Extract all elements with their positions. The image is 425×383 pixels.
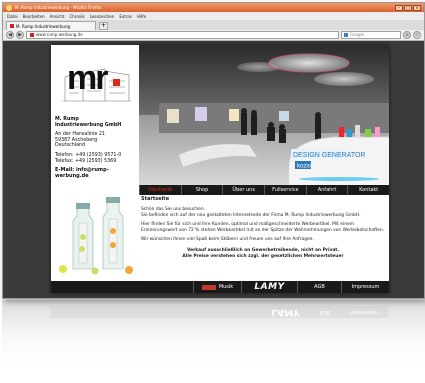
minimize-button[interactable]: – [395,4,403,11]
email-link[interactable]: E-Mail: info@rump-werbung.de [55,167,139,179]
footer-musik[interactable]: Musik [193,281,241,293]
footer-impressum[interactable]: Impressum [341,281,389,293]
browser-window: M. Rump Industriewerbung - Mozilla Firef… [2,2,425,299]
content-heading: Startseite [141,196,170,202]
menu-bearbeiten[interactable]: Bearbeiten [23,14,45,19]
company-address: M. Rump Industriewerbung GmbH An der Han… [55,117,139,183]
nav-startseite[interactable]: Startseite [139,185,181,195]
window-controls: – □ × [395,4,421,11]
footer-lamy-logo[interactable]: LAMY [241,281,297,293]
service-text: Hier finden Sie für sich und Ihre Kunden… [141,222,385,233]
company-name-line1: M. Rump [55,117,79,122]
reflection-fade [2,300,425,380]
search-box[interactable]: Google [341,31,401,39]
main-content: Startseite Schön das Sie uns besuchen. S… [141,196,385,259]
hero-showroom-image: DESIGN GENERATOR koziol [139,45,389,185]
google-icon [344,33,348,37]
nav-anfahrt[interactable]: Anfahrt [305,185,348,195]
maximize-button[interactable]: □ [404,4,412,11]
url-text: www.rump-werbung.de [36,32,83,37]
company-panel: mr M. Rump Industriewerbung GmbH An der … [51,45,139,185]
favicon-icon [10,24,14,28]
greeting-text: Schön das Sie uns besuchen. [141,207,205,213]
intro-text: Sie befinden sich auf der neu gestaltete… [141,212,361,218]
url-bar[interactable]: www.rump-werbung.de [26,31,339,39]
menu-lesezeichen[interactable]: Lesezeichen [90,14,115,19]
nav-fullservice[interactable]: Fullservice [264,185,306,195]
footer-bar: Musik LAMY AGB Impressum [51,281,389,293]
hero-sign-koziol: koziol [297,164,312,170]
forward-arrow-icon[interactable]: ▶ [16,31,24,39]
main-navigation: Startseite Shop Über uns Fullservice Anf… [139,185,389,195]
tab-bar: M. Rump Industriewerbung + [3,20,424,30]
close-button[interactable]: × [413,4,421,11]
notice-line2: Alle Preise verstehen sich zzgl. der ges… [182,253,344,259]
title-bar: M. Rump Industriewerbung - Mozilla Firef… [3,3,424,12]
window-title: M. Rump Industriewerbung - Mozilla Firef… [15,5,102,10]
svg-text:mr: mr [67,59,108,97]
mr-logo[interactable]: mr [61,49,133,109]
street: An der Hansalinie 21 [55,132,105,138]
hero-sign-design-generator: DESIGN GENERATOR [293,152,365,159]
search-placeholder: Google [350,32,365,37]
menu-ansicht[interactable]: Ansicht [50,14,65,19]
firefox-icon [6,4,12,11]
company-name-line2: Industriewerbung GmbH [55,122,122,128]
menu-datei[interactable]: Datei [7,14,18,19]
country: Deutschland [55,143,86,149]
fax: Telefax: +49 (2593) 5369 [55,158,117,164]
footer-agb[interactable]: AGB [297,281,341,293]
window-reflection: LAMY AGB Impressum [2,300,425,380]
new-tab-button[interactable]: + [99,22,108,30]
footer-musik-label: Musik [218,284,234,290]
screenshot-stage: M. Rump Industriewerbung - Mozilla Firef… [0,0,425,383]
menu-chronik[interactable]: Chronik [69,14,84,19]
back-arrow-icon[interactable]: ◀ [6,31,14,39]
nav-shop[interactable]: Shop [180,185,223,195]
water-carafes-image [51,197,139,277]
bookmark-icon[interactable]: ☆ [413,31,421,39]
home-icon[interactable]: ⌂ [403,31,411,39]
notice-line1: Verkauf ausschließlich an Gewerbetreiben… [186,248,340,254]
menu-hilfe[interactable]: Hilfe [137,14,146,19]
nav-ueber-uns[interactable]: Über uns [222,185,264,195]
page-viewport: mr M. Rump Industriewerbung GmbH An der … [3,41,424,298]
navigation-bar: ◀ ▶ www.rump-werbung.de Google ⌂ ☆ [3,30,424,41]
menu-extras[interactable]: Extras [119,14,132,19]
tab-label: M. Rump Industriewerbung [16,23,71,29]
nav-kontakt[interactable]: Kontakt [347,185,389,195]
phone: Telefon: +49 (2593) 9571-0 [55,152,122,158]
website: mr M. Rump Industriewerbung GmbH An der … [51,45,389,293]
tab-rump[interactable]: M. Rump Industriewerbung [6,21,96,30]
wish-text: Wir wünschen Ihnen viel Spaß beim Stöber… [141,237,314,243]
menu-bar: Datei Bearbeiten Ansicht Chronik Lesezei… [3,12,424,20]
site-favicon-icon [30,33,34,37]
musik-badge-icon [201,284,216,290]
